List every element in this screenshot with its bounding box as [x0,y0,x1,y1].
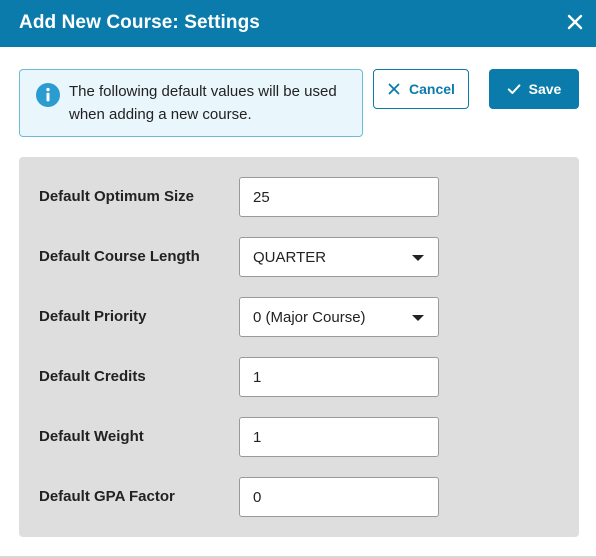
priority-value: 0 (Major Course) [253,308,366,326]
optimum-size-value: 25 [253,188,270,206]
info-message-box: The following default values will be use… [19,69,363,137]
credits-label: Default Credits [39,368,146,385]
dialog-header: Add New Course: Settings [0,0,596,47]
credits-value: 1 [253,368,262,386]
weight-value: 1 [253,428,262,446]
checkmark-icon [507,82,521,96]
dialog-title: Add New Course: Settings [19,12,260,33]
weight-label: Default Weight [39,428,144,445]
save-button-label: Save [528,81,562,97]
course-length-select[interactable]: QUARTER [239,237,439,277]
save-button[interactable]: Save [489,69,579,109]
gpa-factor-input[interactable]: 0 [239,477,439,517]
course-length-value: QUARTER [253,248,327,266]
gpa-factor-label: Default GPA Factor [39,488,175,505]
info-message-text: The following default values will be use… [69,83,337,123]
close-dialog-button[interactable] [561,8,589,36]
weight-input[interactable]: 1 [239,417,439,457]
cancel-button-label: Cancel [409,81,455,97]
chevron-down-icon [412,315,424,321]
gpa-factor-value: 0 [253,488,262,506]
course-length-label: Default Course Length [39,248,200,265]
cancel-button[interactable]: Cancel [373,69,469,109]
add-course-settings-dialog: Add New Course: Settings The following d… [0,0,596,558]
close-icon [567,14,583,30]
chevron-down-icon [412,255,424,261]
priority-select[interactable]: 0 (Major Course) [239,297,439,337]
priority-label: Default Priority [39,308,147,325]
credits-input[interactable]: 1 [239,357,439,397]
close-icon [387,82,401,96]
info-icon [36,83,60,107]
settings-form-panel: Default Optimum Size 25 Default Course L… [19,157,579,537]
optimum-size-input[interactable]: 25 [239,177,439,217]
optimum-size-label: Default Optimum Size [39,188,195,205]
